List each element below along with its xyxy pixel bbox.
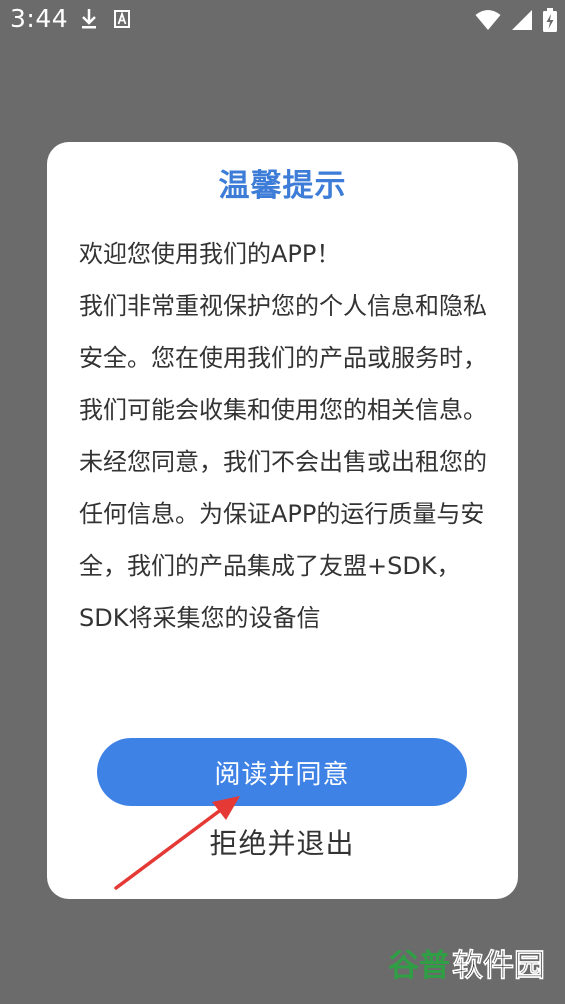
watermark-logo: 谷普 软件园: [388, 944, 556, 985]
svg-text:软件园: 软件园: [452, 948, 545, 984]
annotation-arrow: [114, 796, 240, 890]
svg-text:谷普: 谷普: [388, 948, 450, 984]
